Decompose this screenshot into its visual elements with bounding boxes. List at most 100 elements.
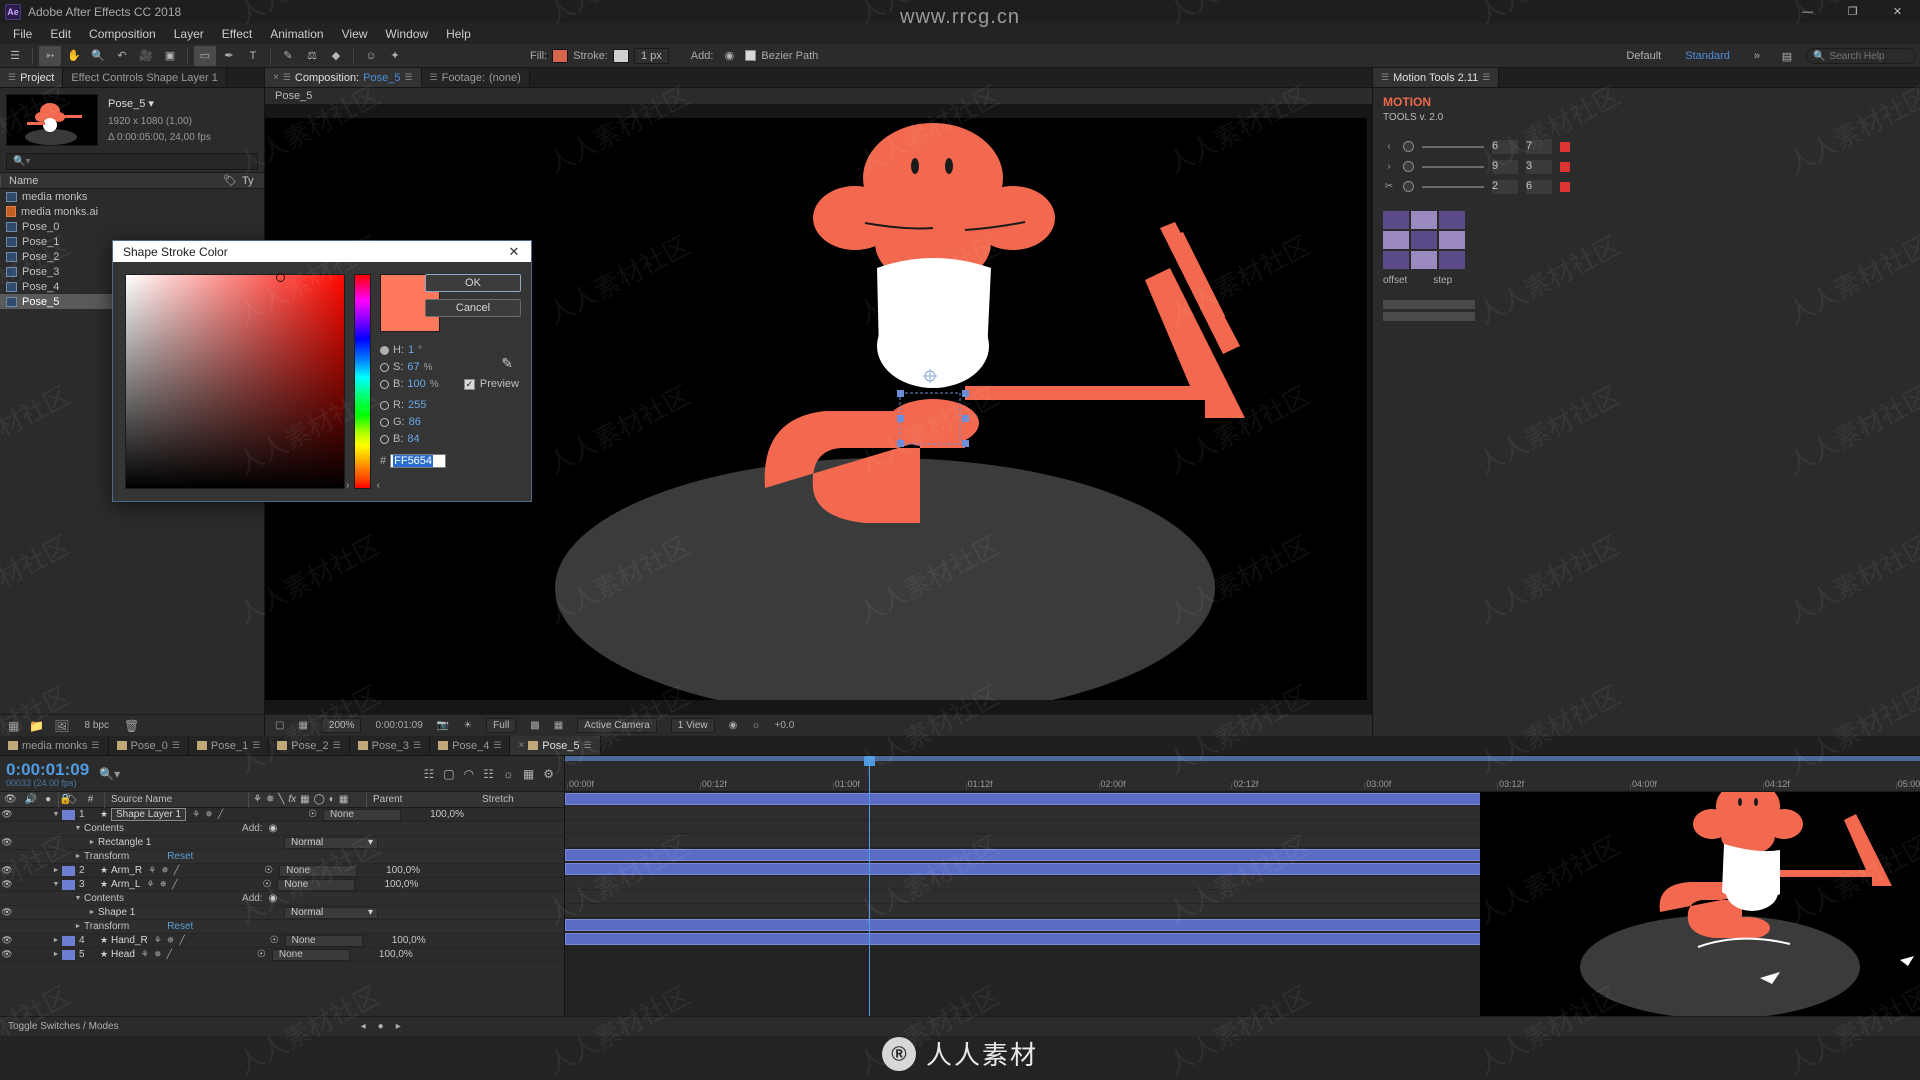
transform-label[interactable]: Transform [84, 921, 129, 932]
rgb-row[interactable]: B: 84 [380, 433, 466, 445]
rgb-row[interactable]: G: 86 [380, 416, 466, 428]
slider-value-b[interactable]: 6 [1526, 179, 1552, 194]
expand-triangle-icon[interactable]: ▼ [72, 895, 84, 902]
add-menu-icon[interactable]: ◉ [269, 823, 278, 834]
camera-view-dropdown[interactable]: Active Camera [577, 718, 657, 733]
column-type[interactable]: Ty [242, 175, 264, 187]
playhead-handle[interactable] [864, 756, 875, 766]
hue-slider[interactable]: › ‹ [346, 274, 380, 491]
slider-value-a[interactable]: 6 [1492, 139, 1518, 154]
workspace-standard[interactable]: Standard [1677, 48, 1738, 64]
timeline-layer-row[interactable]: 👁 ▼ 1 ★ Shape Layer 1 ⚘ ✵ ╱ ☉ None 100,0% [0, 808, 564, 822]
layer-switches[interactable]: ⚘ ✵ ╱ [142, 865, 260, 876]
lock-toggle[interactable] [38, 866, 50, 875]
grid-cell[interactable] [1439, 250, 1465, 269]
project-search-input[interactable]: 🔍▾ [6, 152, 258, 170]
slider-knob[interactable] [1403, 161, 1414, 173]
layer-parent[interactable]: ☉ None [258, 878, 376, 891]
maximize-button[interactable]: ❐ [1830, 0, 1875, 23]
tab-menu-icon[interactable]: ☰ [8, 72, 16, 83]
toggle-switches-modes-button[interactable]: Toggle Switches / Modes [8, 1021, 119, 1032]
layer-name[interactable]: Head [111, 949, 135, 960]
expand-triangle-icon[interactable]: ► [86, 909, 98, 916]
new-comp-icon[interactable]: ▦ [8, 719, 19, 733]
tab-menu-icon[interactable]: ☰ [413, 740, 421, 751]
fill-color-swatch[interactable] [552, 48, 569, 63]
shape-label[interactable]: Shape 1 [98, 907, 135, 918]
chevron-down-icon[interactable]: ▾ [368, 907, 373, 918]
motion-tools-grid[interactable] [1383, 210, 1465, 269]
clone-stamp-tool-icon[interactable]: ⚖ [301, 46, 323, 66]
close-button[interactable]: ✕ [1875, 0, 1920, 23]
lock-toggle[interactable] [38, 810, 50, 819]
composition-mini-flowchart-icon[interactable]: ☷ [424, 767, 435, 781]
solo-toggle[interactable] [26, 866, 38, 875]
workspace-default[interactable]: Default [1618, 48, 1669, 64]
hsb-row[interactable]: B: 100% [380, 378, 466, 390]
zoom-tool-icon[interactable]: 🔍 [87, 46, 109, 66]
grid-cell[interactable] [1439, 210, 1465, 229]
menu-effect[interactable]: Effect [213, 25, 261, 43]
collapse-switch-icon[interactable]: ✵ [161, 865, 169, 876]
column-source-name[interactable]: Source Name [104, 791, 248, 808]
show-snapshot-icon[interactable]: ☀ [463, 720, 472, 731]
eye-toggle-icon[interactable]: 👁 [0, 935, 14, 946]
collapse-switch-icon[interactable]: ✵ [154, 949, 162, 960]
slider-arrow-icon[interactable]: ‹ [1383, 141, 1395, 152]
transform-label[interactable]: Transform [84, 851, 129, 862]
lock-toggle[interactable] [38, 880, 50, 889]
shape-tool-icon[interactable]: ▭ [194, 45, 216, 66]
views-dropdown[interactable]: 1 View [670, 718, 715, 733]
menu-view[interactable]: View [333, 25, 377, 43]
expand-triangle-icon[interactable]: ► [50, 867, 62, 874]
shy-switch-icon[interactable]: ⚘ [192, 809, 200, 820]
parent-pick-whip-icon[interactable]: ☉ [264, 865, 273, 876]
layer-switches[interactable]: ⚘ ✵ ╱ [135, 949, 253, 960]
tab-menu-icon[interactable]: ☰ [91, 740, 99, 751]
eyedropper-icon[interactable]: ✎ [501, 355, 513, 372]
delete-icon[interactable]: 🗑 [124, 719, 139, 733]
layer-stretch[interactable]: 100,0% [422, 809, 482, 820]
lock-toggle[interactable] [38, 950, 50, 959]
roto-brush-tool-icon[interactable]: ☺ [360, 46, 382, 66]
rgb-row[interactable]: R: 255 [380, 399, 466, 411]
stroke-width-field[interactable]: 1 px [633, 47, 669, 64]
quality-switch-icon[interactable]: ╱ [179, 935, 184, 946]
motion-slider-row[interactable]: ✂ 2 6 [1383, 177, 1910, 197]
expand-triangle-icon[interactable]: ► [72, 923, 84, 930]
tab-close-icon[interactable]: × [273, 72, 279, 83]
expand-triangle-icon[interactable]: ► [72, 853, 84, 860]
menu-help[interactable]: Help [437, 25, 480, 43]
hand-tool-icon[interactable]: ✋ [63, 46, 85, 66]
menu-window[interactable]: Window [376, 25, 437, 43]
parent-pick-whip-icon[interactable]: ☉ [257, 949, 266, 960]
column-parent[interactable]: Parent [366, 791, 476, 808]
parent-pick-whip-icon[interactable]: ☉ [270, 935, 279, 946]
value-radio[interactable] [380, 362, 389, 372]
shy-switch-icon[interactable]: ⚘ [141, 949, 149, 960]
type-tool-icon[interactable]: T [242, 46, 264, 66]
magnification-dropdown[interactable]: 200% [321, 718, 362, 733]
timeline-search-icon[interactable]: 🔍▾ [99, 767, 120, 781]
layer-color-swatch[interactable] [62, 935, 75, 946]
layer-name[interactable]: Hand_R [111, 935, 148, 946]
layer-color-swatch[interactable] [62, 879, 75, 890]
grid-cell[interactable] [1383, 230, 1409, 249]
channels-icon[interactable]: ◉ [729, 720, 738, 731]
value-number[interactable]: 67 [407, 361, 419, 373]
layer-stretch[interactable]: 100,0% [378, 865, 438, 876]
value-radio[interactable] [380, 345, 389, 355]
timeline-shape-row[interactable]: 👁 ► Rectangle 1 Normal ▾ [0, 836, 564, 850]
timeline-layer-row[interactable]: 👁 ► 5 ★ Head ⚘ ✵ ╱ ☉ None 100,0% [0, 948, 564, 962]
slider-track[interactable] [1422, 165, 1484, 168]
bit-depth-button[interactable]: 8 bpc [80, 719, 114, 732]
ok-button[interactable]: OK [425, 274, 521, 292]
expand-triangle-icon[interactable]: ▼ [50, 811, 62, 818]
value-number[interactable]: 86 [409, 416, 421, 428]
timeline-transform-row[interactable]: ► Transform Reset [0, 850, 564, 864]
rotation-tool-icon[interactable]: ↶ [111, 46, 133, 66]
new-folder-icon[interactable]: 📁 [29, 719, 44, 733]
pen-tool-icon[interactable]: ✒ [218, 46, 240, 66]
slider-track[interactable] [1422, 145, 1484, 148]
pan-behind-tool-icon[interactable]: ▣ [159, 46, 181, 66]
